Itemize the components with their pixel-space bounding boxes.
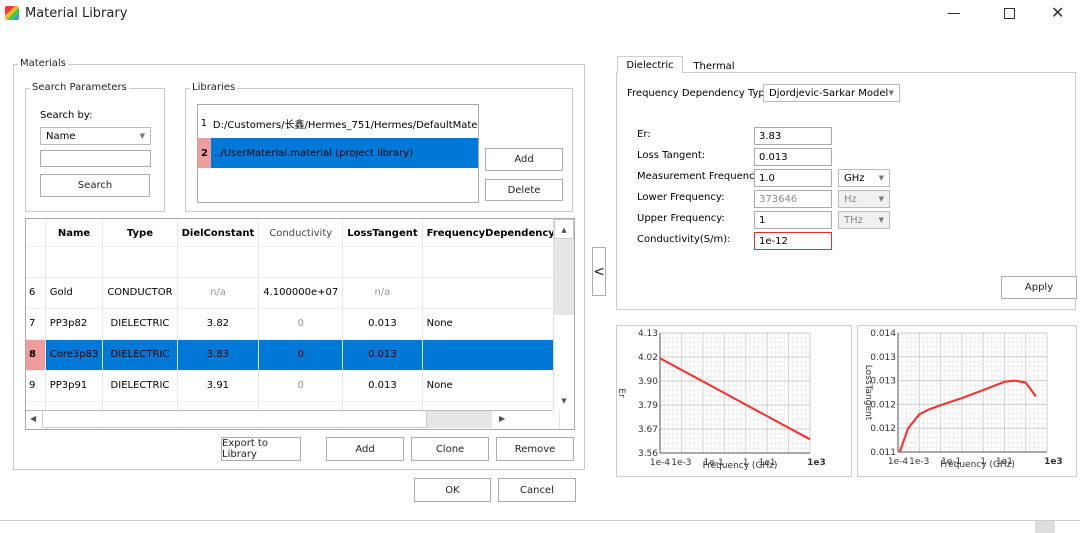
- y-tick-label: 3.67: [638, 425, 658, 435]
- y-tick-label: 0.014: [870, 329, 896, 339]
- x-axis-label: Frequency (GHz): [703, 461, 778, 471]
- x-tick-label: 1e3: [1044, 457, 1063, 467]
- x-axis-label: Frequency (GHz): [940, 460, 1015, 470]
- series-line: [659, 357, 811, 441]
- y-tick-label: 0.012: [870, 400, 896, 410]
- x-tick-label: 1e-4: [888, 457, 909, 467]
- y-tick-label: 3.90: [638, 377, 658, 387]
- series-line: [898, 379, 1037, 453]
- charts-svg: 4.134.023.903.793.673.561e-4 1e-3 1e-1 1 1e1…: [616, 329, 1063, 471]
- y-tick-label: 0.013: [870, 377, 896, 387]
- y-tick-label: 4.02: [638, 353, 658, 363]
- x-tick-label: 1e-3: [671, 458, 691, 468]
- chart-0: 4.134.023.903.793.673.561e-4 1e-3 1e-1 1 1e1…: [616, 329, 826, 471]
- chart-1: 0.0140.0130.0130.0120.0120.0111e-4 1e-3 1e…: [863, 329, 1063, 470]
- y-tick-label: 4.13: [638, 329, 658, 339]
- x-tick-label: 1e-3: [909, 457, 929, 467]
- y-axis-label: Er: [616, 388, 626, 398]
- x-tick-label: 1e3: [807, 458, 826, 468]
- tab-dielectric[interactable]: Dielectric: [617, 56, 683, 73]
- y-tick-label: 0.013: [870, 353, 896, 363]
- y-axis-label: LossTangent: [863, 365, 873, 421]
- y-tick-label: 3.79: [638, 401, 658, 411]
- y-tick-label: 0.012: [870, 424, 896, 434]
- x-tick-label: 1e-4: [650, 458, 671, 468]
